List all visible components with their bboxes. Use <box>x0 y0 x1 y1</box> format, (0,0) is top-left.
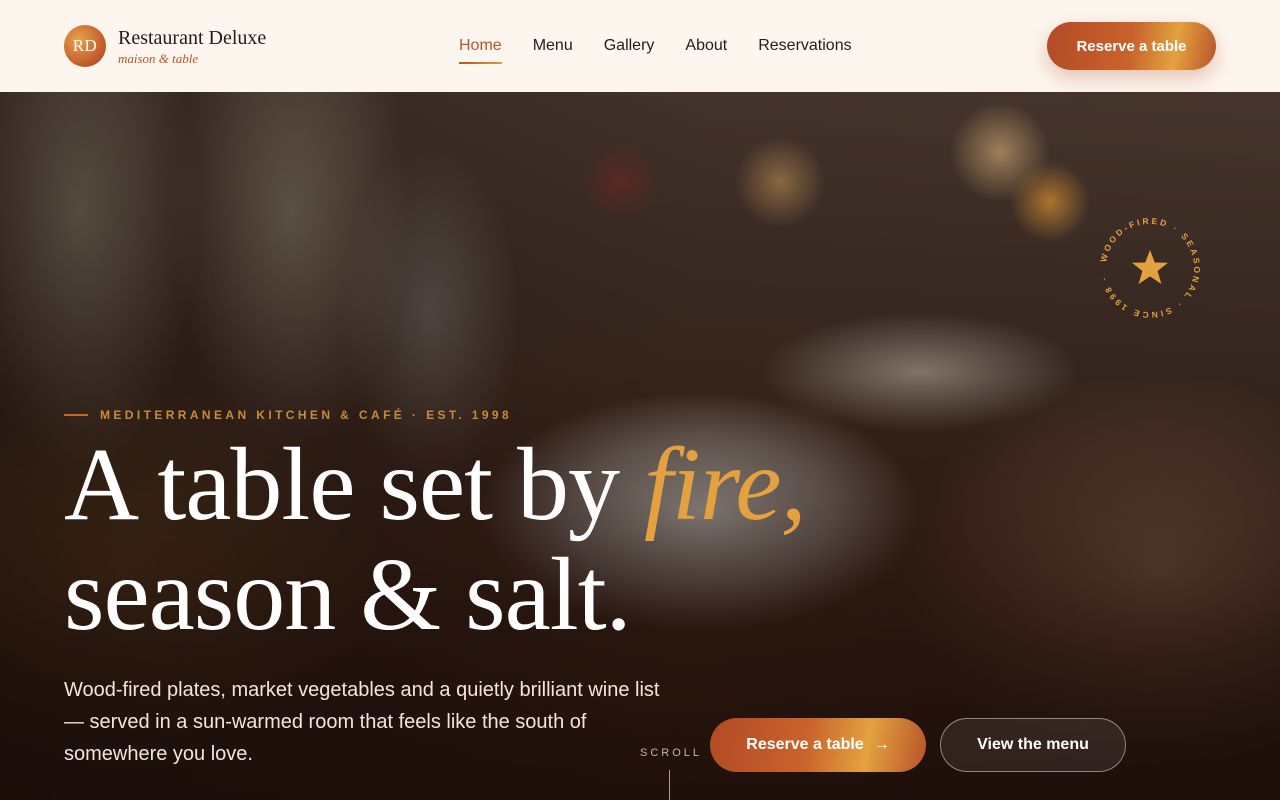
seasonal-badge: WOOD-FIRED · SEASONAL · SINCE 1998 · <box>1098 216 1199 320</box>
star-icon <box>1132 250 1168 284</box>
logo-text: Restaurant Deluxe maison & table <box>118 28 266 65</box>
view-menu-button[interactable]: View the menu <box>940 718 1126 772</box>
hero-eyebrow: MEDITERRANEAN KITCHEN & CAFÉ · EST. 1998 <box>64 408 512 422</box>
nav-link-gallery[interactable]: Gallery <box>604 29 655 63</box>
eyebrow-text: MEDITERRANEAN KITCHEN & CAFÉ · EST. 1998 <box>100 408 513 422</box>
site-header: RD Restaurant Deluxe maison & table Home… <box>0 0 1280 92</box>
eyebrow-divider <box>64 414 88 416</box>
nav-link-menu[interactable]: Menu <box>533 29 573 63</box>
nav-link-about[interactable]: About <box>685 29 727 63</box>
arrow-right-icon: → <box>873 736 890 753</box>
brand-logo[interactable]: RD Restaurant Deluxe maison & table <box>64 25 364 67</box>
header-reserve-button[interactable]: Reserve a table <box>1047 22 1216 70</box>
brand-name: Restaurant Deluxe <box>118 26 267 49</box>
nav-link-reservations[interactable]: Reservations <box>758 29 851 63</box>
headline-part2: season & salt. <box>64 537 632 652</box>
logo-monogram: RD <box>64 25 106 67</box>
hero-reserve-button[interactable]: Reserve a table → <box>710 718 926 772</box>
headline-part1: A table set by <box>64 427 645 542</box>
hero-section: WOOD-FIRED · SEASONAL · SINCE 1998 · MED… <box>0 92 1280 800</box>
nav-link-home[interactable]: Home <box>459 29 502 64</box>
hero-reserve-label: Reserve a table <box>746 736 864 753</box>
scroll-line <box>669 770 670 800</box>
scroll-indicator[interactable]: SCROLL <box>640 747 702 759</box>
headline-accent: fire, <box>644 427 807 542</box>
main-nav: Home Menu Gallery About Reservations <box>459 0 852 92</box>
brand-tagline: maison & table <box>118 50 199 66</box>
hero-headline: A table set by fire, season & salt. <box>64 430 964 650</box>
hero-lede: Wood-fired plates, market vegetables and… <box>64 679 660 765</box>
